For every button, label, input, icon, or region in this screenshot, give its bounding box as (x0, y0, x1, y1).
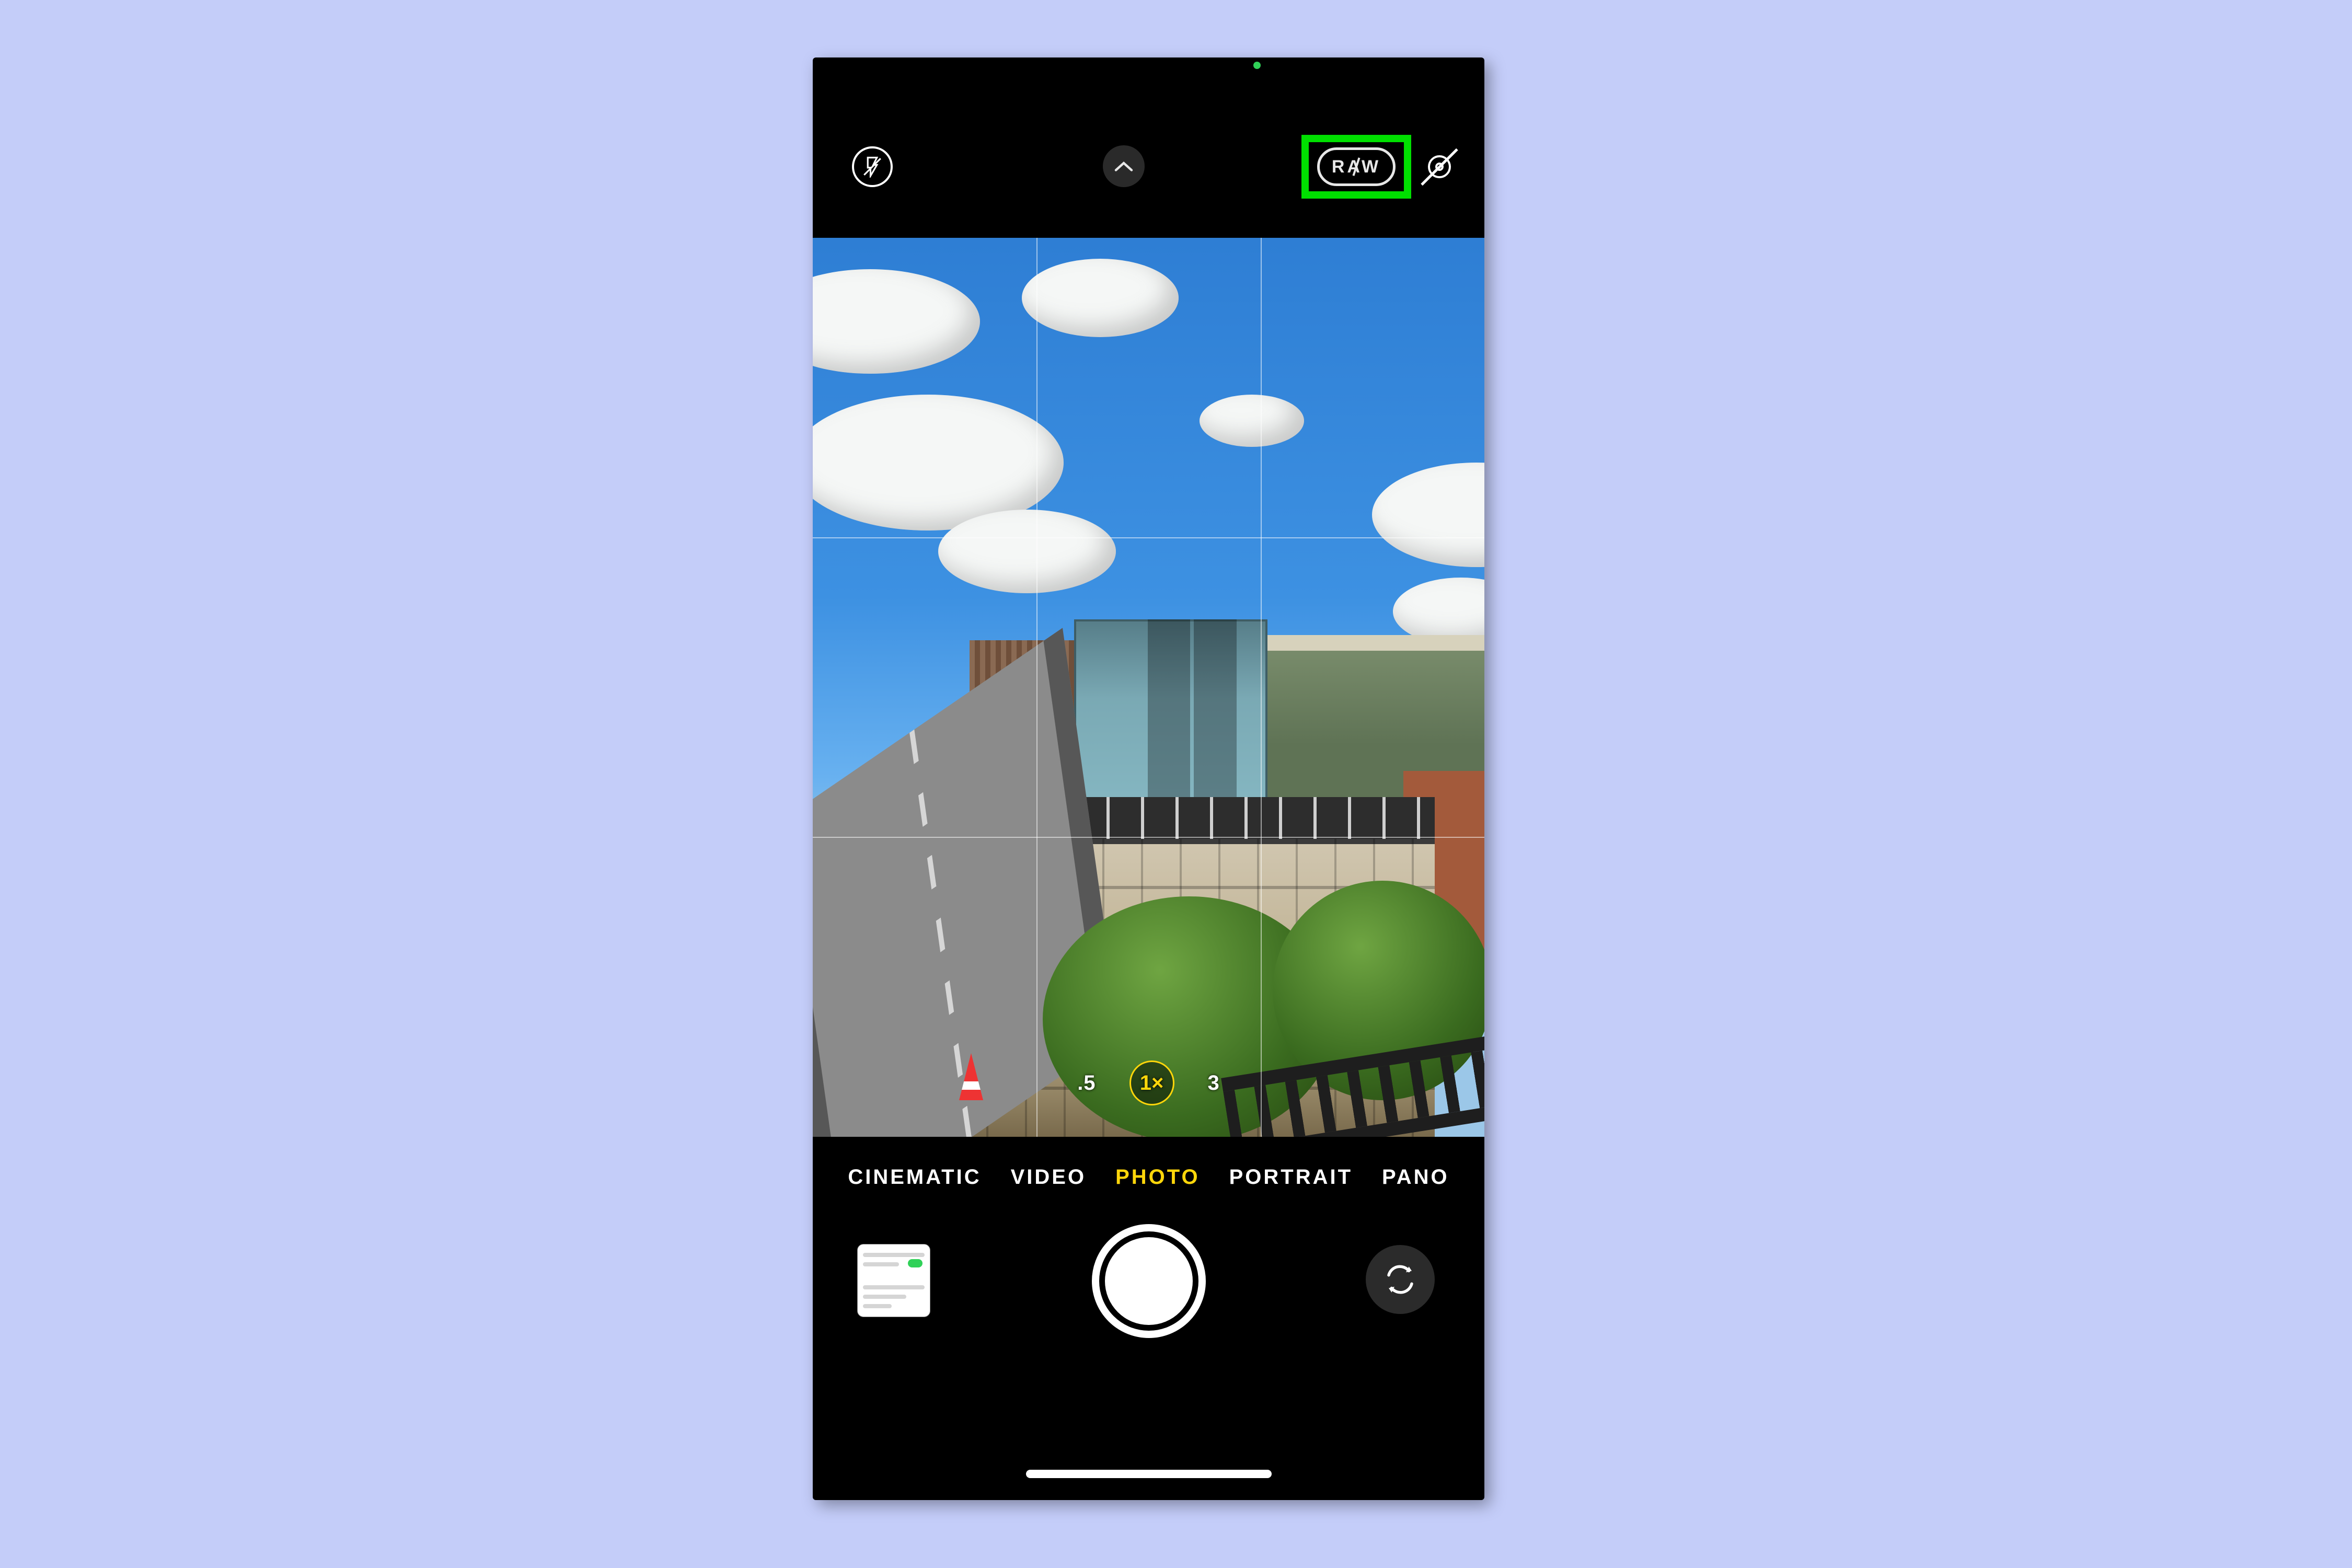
switch-camera-button[interactable] (1366, 1245, 1435, 1314)
camera-flip-icon (1383, 1262, 1417, 1297)
zoom-tele-button[interactable]: 3 (1208, 1071, 1220, 1095)
mode-portrait[interactable]: PORTRAIT (1229, 1166, 1353, 1189)
home-indicator[interactable] (1026, 1470, 1272, 1478)
shutter-inner-icon (1105, 1237, 1193, 1325)
live-photo-toggle-button[interactable] (1419, 146, 1460, 187)
mode-cinematic[interactable]: CINEMATIC (848, 1166, 981, 1189)
flash-off-icon (861, 156, 883, 178)
iphone-camera-app: RAW .5 1× (813, 57, 1484, 1500)
composition-grid-line (813, 837, 1484, 838)
camera-viewfinder[interactable]: .5 1× 3 (813, 238, 1484, 1137)
last-photo-thumbnail-button[interactable] (857, 1244, 930, 1317)
zoom-ultrawide-button[interactable]: .5 (1077, 1071, 1096, 1095)
raw-toggle-button[interactable]: RAW (1317, 147, 1396, 186)
capture-mode-selector[interactable]: CINEMATIC VIDEO PHOTO PORTRAIT PANO (813, 1166, 1484, 1189)
disabled-slash-icon (1421, 148, 1458, 185)
viewfinder-scene (813, 238, 1484, 1137)
zoom-selector: .5 1× 3 (813, 1060, 1484, 1105)
composition-grid-line (813, 537, 1484, 538)
camera-top-toolbar: RAW (813, 57, 1484, 238)
flash-toggle-button[interactable] (852, 146, 893, 187)
chevron-up-icon (1114, 160, 1133, 172)
camera-settings-expand-button[interactable] (1103, 145, 1145, 187)
mode-photo[interactable]: PHOTO (1115, 1166, 1200, 1189)
composition-grid-line (1261, 238, 1262, 1137)
composition-grid-line (1036, 238, 1037, 1137)
mode-pano[interactable]: PANO (1382, 1166, 1449, 1189)
mode-video[interactable]: VIDEO (1011, 1166, 1086, 1189)
zoom-wide-button[interactable]: 1× (1129, 1060, 1174, 1105)
toggle-on-icon (908, 1259, 923, 1267)
raw-toggle-highlight: RAW (1301, 135, 1411, 199)
shutter-button[interactable] (1092, 1224, 1206, 1338)
